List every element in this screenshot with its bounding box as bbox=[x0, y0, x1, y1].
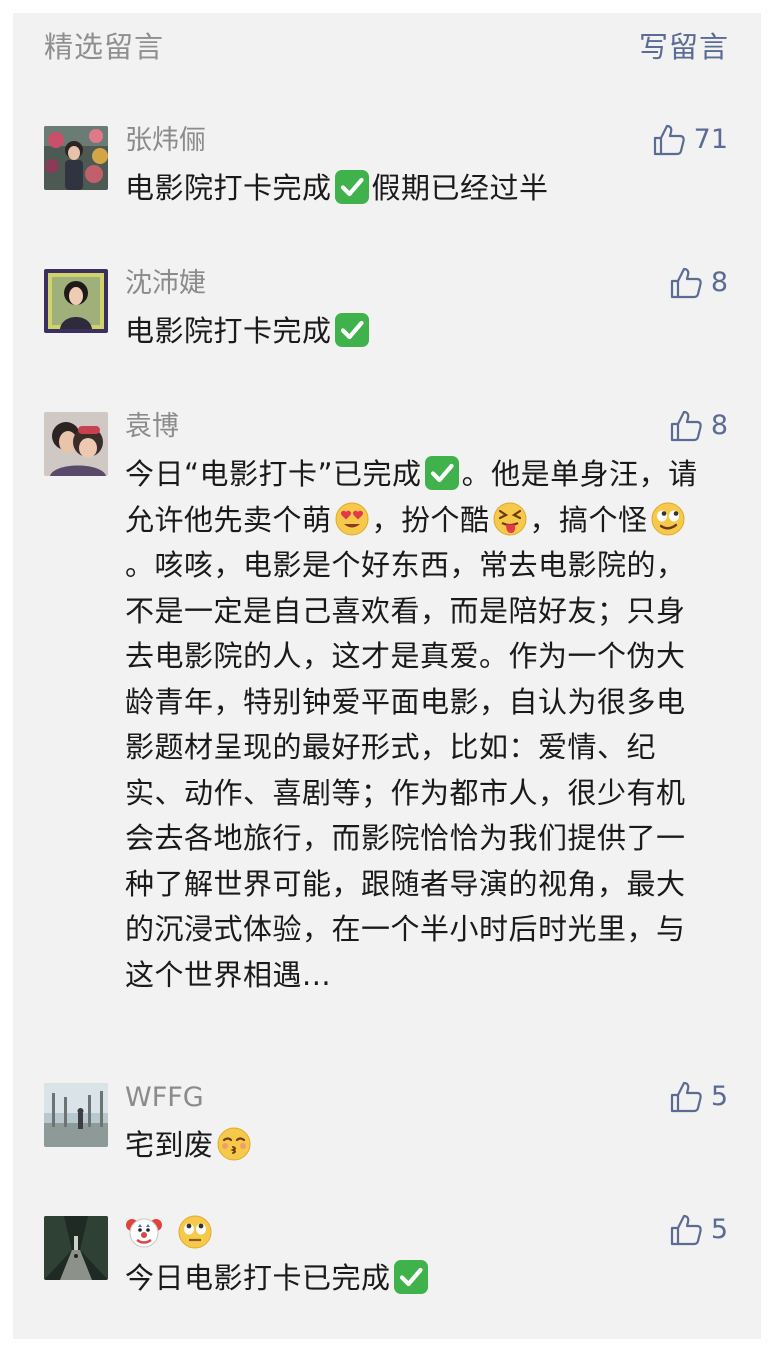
like-button[interactable]: 8 bbox=[669, 263, 728, 303]
rolling-eyes-smile-emoji bbox=[649, 500, 687, 538]
avatar-image bbox=[44, 126, 108, 190]
check-mark-icon bbox=[333, 311, 371, 349]
like-button[interactable]: 5 bbox=[669, 1210, 728, 1250]
comment-nickname: WFFG bbox=[125, 1082, 204, 1113]
like-button[interactable]: 5 bbox=[669, 1077, 728, 1117]
comment-text-segment: 宅到废 bbox=[125, 1128, 214, 1162]
thumbs-up-icon bbox=[669, 1213, 703, 1247]
comment-text: 电影院打卡完成 假期已经过半 bbox=[125, 166, 710, 212]
comment-text: 电影院打卡完成 bbox=[125, 309, 710, 355]
comment-nickname-emoji bbox=[125, 1213, 218, 1251]
thumbs-up-icon bbox=[669, 409, 703, 443]
like-count: 71 bbox=[693, 124, 728, 155]
tongue-out-emoji bbox=[491, 500, 529, 538]
comments-panel: 精选留言 写留言 张炜俪 71 电影院打卡完成 假期已经过半 沈沛婕 8 电影院… bbox=[13, 13, 761, 1339]
heart-eyes-emoji bbox=[333, 500, 371, 538]
clown-face-emoji bbox=[125, 1213, 163, 1251]
write-comment-button[interactable]: 写留言 bbox=[639, 27, 729, 67]
comment-text: 今日“电影打卡”已完成 。他是单身汪，请允许他先卖个萌 ，扮个酷 ，搞个怪 。咳咳，电影… bbox=[125, 452, 710, 998]
comment-nickname: 沈沛婕 bbox=[125, 268, 206, 299]
comment-text-segment: 今日电影打卡已完成 bbox=[125, 1261, 391, 1295]
avatar[interactable] bbox=[44, 126, 108, 190]
comment-text-segment: 假期已经过半 bbox=[371, 171, 549, 205]
thumbs-up-icon bbox=[669, 266, 703, 300]
comment-text-segment: 今日“电影打卡”已完成 bbox=[125, 457, 422, 491]
like-button[interactable]: 71 bbox=[652, 120, 728, 160]
comment-text-segment: 电影院打卡完成 bbox=[125, 171, 332, 205]
like-count: 5 bbox=[710, 1081, 728, 1112]
featured-comments-title: 精选留言 bbox=[44, 30, 165, 64]
comment-text-segment: ，搞个怪 bbox=[529, 502, 648, 537]
like-button[interactable]: 8 bbox=[669, 406, 728, 446]
comment-text-segment: ，扮个酷 bbox=[371, 502, 490, 537]
avatar[interactable] bbox=[44, 269, 108, 333]
thumbs-up-icon bbox=[669, 1080, 703, 1114]
thumbs-up-icon bbox=[652, 123, 686, 157]
check-mark-icon bbox=[392, 1258, 430, 1296]
check-mark-icon bbox=[423, 454, 461, 492]
avatar[interactable] bbox=[44, 1083, 108, 1147]
avatar[interactable] bbox=[44, 412, 108, 476]
avatar[interactable] bbox=[44, 1216, 108, 1280]
like-count: 8 bbox=[710, 267, 728, 298]
eye-roll-emoji bbox=[176, 1213, 214, 1251]
comment-text: 今日电影打卡已完成 bbox=[125, 1256, 710, 1302]
avatar-image bbox=[44, 1216, 108, 1280]
like-count: 5 bbox=[710, 1214, 728, 1245]
avatar-image bbox=[44, 1083, 108, 1147]
comment-text: 宅到废 bbox=[125, 1123, 710, 1169]
check-mark-icon bbox=[333, 168, 371, 206]
like-count: 8 bbox=[710, 410, 728, 441]
avatar-image bbox=[44, 412, 108, 476]
comment-nickname: 袁博 bbox=[125, 411, 179, 442]
avatar-image bbox=[44, 269, 108, 333]
kissing-emoji bbox=[215, 1125, 253, 1163]
comment-nickname: 张炜俪 bbox=[125, 125, 206, 156]
comment-text-segment: 。咳咳，电影是个好东西，常去电影院的，不是一定是自己喜欢看，而是陪好友；只身去电… bbox=[125, 548, 686, 992]
comment-text-segment: 电影院打卡完成 bbox=[125, 314, 332, 348]
comments-header: 精选留言 写留言 bbox=[13, 13, 761, 83]
